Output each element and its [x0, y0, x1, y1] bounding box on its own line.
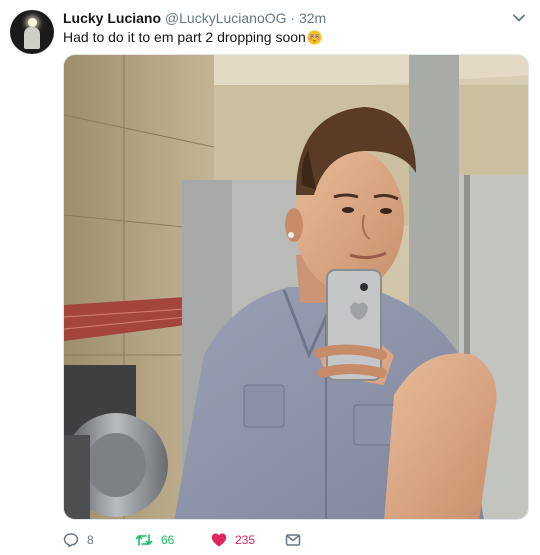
- reply-count: 8: [87, 533, 94, 547]
- reply-icon: [63, 533, 79, 548]
- separator-dot: ·: [290, 10, 296, 26]
- heart-icon: [211, 533, 227, 547]
- tweet-timestamp[interactable]: 32m: [299, 10, 326, 26]
- avatar-figure: [24, 27, 40, 49]
- user-handle[interactable]: @LuckyLucianoOG: [165, 10, 287, 26]
- like-button[interactable]: 235: [211, 528, 255, 552]
- selfie-photo: [64, 55, 528, 519]
- display-name[interactable]: Lucky Luciano: [63, 10, 161, 26]
- tweet-text: Had to do it to em part 2 dropping soon: [63, 28, 322, 46]
- avatar-light: [28, 18, 37, 27]
- tweet-actions: 8 66 235: [63, 528, 523, 552]
- tweet[interactable]: Lucky Luciano @LuckyLucianoOG · 32m Had …: [0, 0, 540, 555]
- retweet-icon: [135, 534, 153, 546]
- envelope-icon: [285, 534, 301, 546]
- like-count: 235: [235, 533, 256, 547]
- direct-message-button[interactable]: [285, 528, 301, 552]
- tweet-header: Lucky Luciano @LuckyLucianoOG · 32m: [63, 9, 326, 27]
- tweet-photo[interactable]: [63, 54, 529, 520]
- chevron-down-icon[interactable]: [512, 11, 526, 25]
- retweet-count: 66: [161, 533, 175, 547]
- retweet-button[interactable]: 66: [135, 528, 174, 552]
- flushed-face-emoji: [307, 30, 322, 45]
- reply-button[interactable]: 8: [63, 528, 94, 552]
- tweet-body: Had to do it to em part 2 dropping soon: [63, 29, 306, 45]
- avatar[interactable]: [10, 10, 54, 54]
